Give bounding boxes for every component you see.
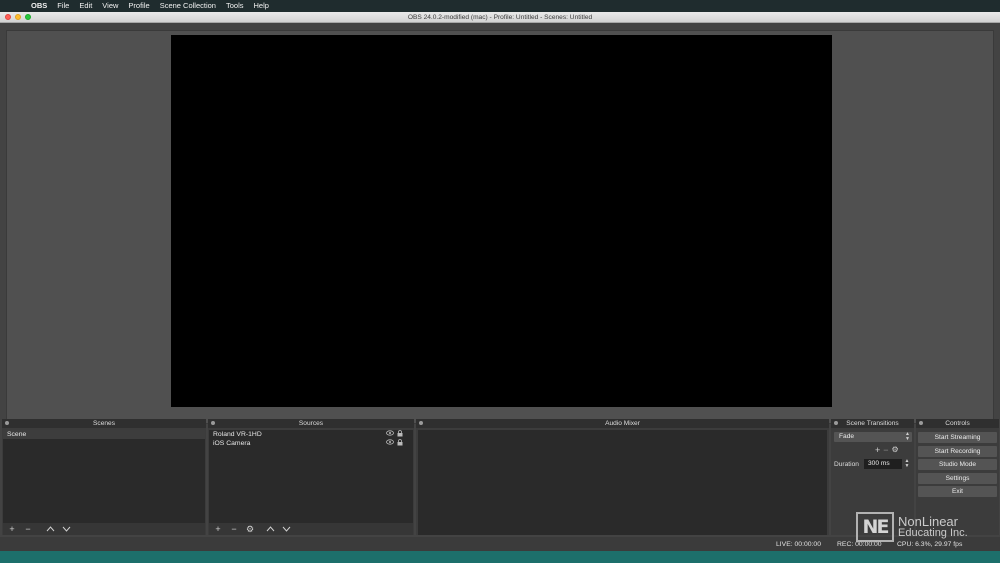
zoom-window-icon[interactable] (25, 14, 31, 20)
sources-list[interactable]: Roland VR-1HD iOS Camera (209, 430, 413, 523)
minimize-window-icon[interactable] (15, 14, 21, 20)
chevron-up-icon[interactable] (263, 524, 277, 535)
menu-obs[interactable]: OBS (26, 0, 52, 12)
scene-transitions-title: Scene Transitions (846, 420, 899, 427)
exit-button[interactable]: Exit (918, 486, 997, 497)
menu-edit[interactable]: Edit (74, 0, 97, 12)
scene-item[interactable]: Scene (3, 430, 205, 439)
scenes-dock-header[interactable]: Scenes (2, 419, 206, 428)
scene-transitions-dock-header[interactable]: Scene Transitions (831, 419, 914, 428)
nonlinear-watermark: NE NonLinear Educating Inc. (856, 512, 968, 542)
start-streaming-button[interactable]: Start Streaming (918, 432, 997, 443)
chevron-down-icon[interactable] (59, 524, 73, 535)
cpu-fps-readout: CPU: 6.3%, 29.97 fps (897, 541, 963, 548)
duration-label: Duration (834, 461, 859, 468)
dock-float-icon[interactable] (5, 421, 9, 425)
eye-icon[interactable] (386, 439, 394, 445)
transition-select-value: Fade (839, 433, 855, 440)
duration-field[interactable]: 300 ms (864, 459, 902, 469)
sources-dock-header[interactable]: Sources (208, 419, 414, 428)
gear-icon[interactable]: ⚙ (892, 445, 899, 455)
lock-icon[interactable] (397, 439, 403, 446)
menu-bar: OBS File Edit View Profile Scene Collect… (0, 0, 1000, 12)
controls-title: Controls (945, 420, 970, 427)
scenes-dock: Scenes Scene + − (2, 419, 206, 535)
window-title: OBS 24.0.2-modified (mac) - Profile: Unt… (407, 13, 593, 21)
sources-toolbar: + − ⚙ (209, 523, 413, 535)
chevron-up-icon[interactable] (43, 524, 57, 535)
obs-window: OBS 24.0.2-modified (mac) - Profile: Unt… (0, 12, 1000, 551)
traffic-lights (5, 14, 31, 20)
audio-mixer-title: Audio Mixer (605, 420, 640, 427)
preview-area[interactable] (6, 30, 994, 424)
watermark-line2: Educating Inc. (898, 527, 968, 539)
plus-icon[interactable]: + (5, 524, 19, 535)
status-bar: LIVE: 00:00:00 REC: 00:00:00 CPU: 6.3%, … (0, 537, 1000, 551)
lock-icon[interactable] (397, 430, 403, 437)
sources-title: Sources (298, 420, 324, 427)
start-recording-button[interactable]: Start Recording (918, 446, 997, 457)
plus-icon[interactable]: + (875, 445, 880, 455)
dock-float-icon[interactable] (419, 421, 423, 425)
minus-icon[interactable]: − (21, 524, 35, 535)
menu-tools[interactable]: Tools (221, 0, 249, 12)
duration-stepper-icon[interactable]: ▲ ▼ (903, 459, 911, 469)
scenes-title: Scenes (93, 420, 115, 427)
ne-logo: NE (856, 512, 894, 542)
audio-mixer-dock: Audio Mixer (416, 419, 829, 535)
dock-float-icon[interactable] (834, 421, 838, 425)
scenes-toolbar: + − (3, 523, 205, 535)
transition-tools: + − ⚙ (875, 445, 899, 455)
chevron-down-icon[interactable] (279, 524, 293, 535)
preview-canvas[interactable] (171, 35, 832, 407)
audio-mixer-panel[interactable] (418, 430, 827, 535)
source-item-label: Roland VR-1HD (213, 431, 262, 438)
eye-icon[interactable] (386, 430, 394, 436)
plus-icon[interactable]: + (211, 524, 225, 535)
watermark-text: NonLinear Educating Inc. (898, 515, 968, 539)
scenes-list[interactable]: Scene (3, 430, 205, 523)
audio-mixer-dock-header[interactable]: Audio Mixer (416, 419, 829, 428)
source-item[interactable]: Roland VR-1HD (209, 430, 413, 439)
menu-scene-collection[interactable]: Scene Collection (155, 0, 221, 12)
menu-file[interactable]: File (52, 0, 74, 12)
dock-float-icon[interactable] (919, 421, 923, 425)
rec-timer: REC: 00:00:00 (837, 541, 882, 548)
menu-profile[interactable]: Profile (123, 0, 154, 12)
close-window-icon[interactable] (5, 14, 11, 20)
dock-float-icon[interactable] (211, 421, 215, 425)
live-timer: LIVE: 00:00:00 (776, 541, 821, 548)
menu-view[interactable]: View (97, 0, 123, 12)
minus-icon[interactable]: − (883, 445, 888, 455)
source-item-label: iOS Camera (213, 440, 251, 447)
gear-icon[interactable]: ⚙ (243, 524, 257, 535)
settings-button[interactable]: Settings (918, 473, 997, 484)
controls-dock-header[interactable]: Controls (916, 419, 999, 428)
sources-dock: Sources Roland VR-1HD iOS Camera + − ⚙ (208, 419, 414, 535)
window-titlebar[interactable]: OBS 24.0.2-modified (mac) - Profile: Unt… (0, 12, 1000, 23)
select-arrows-icon: ▲ ▼ (905, 431, 910, 442)
minus-icon[interactable]: − (227, 524, 241, 535)
scene-item-label: Scene (7, 431, 27, 438)
source-item[interactable]: iOS Camera (209, 439, 413, 448)
menu-help[interactable]: Help (249, 0, 274, 12)
transition-select[interactable]: Fade ▲ ▼ (834, 432, 912, 442)
studio-mode-button[interactable]: Studio Mode (918, 459, 997, 470)
